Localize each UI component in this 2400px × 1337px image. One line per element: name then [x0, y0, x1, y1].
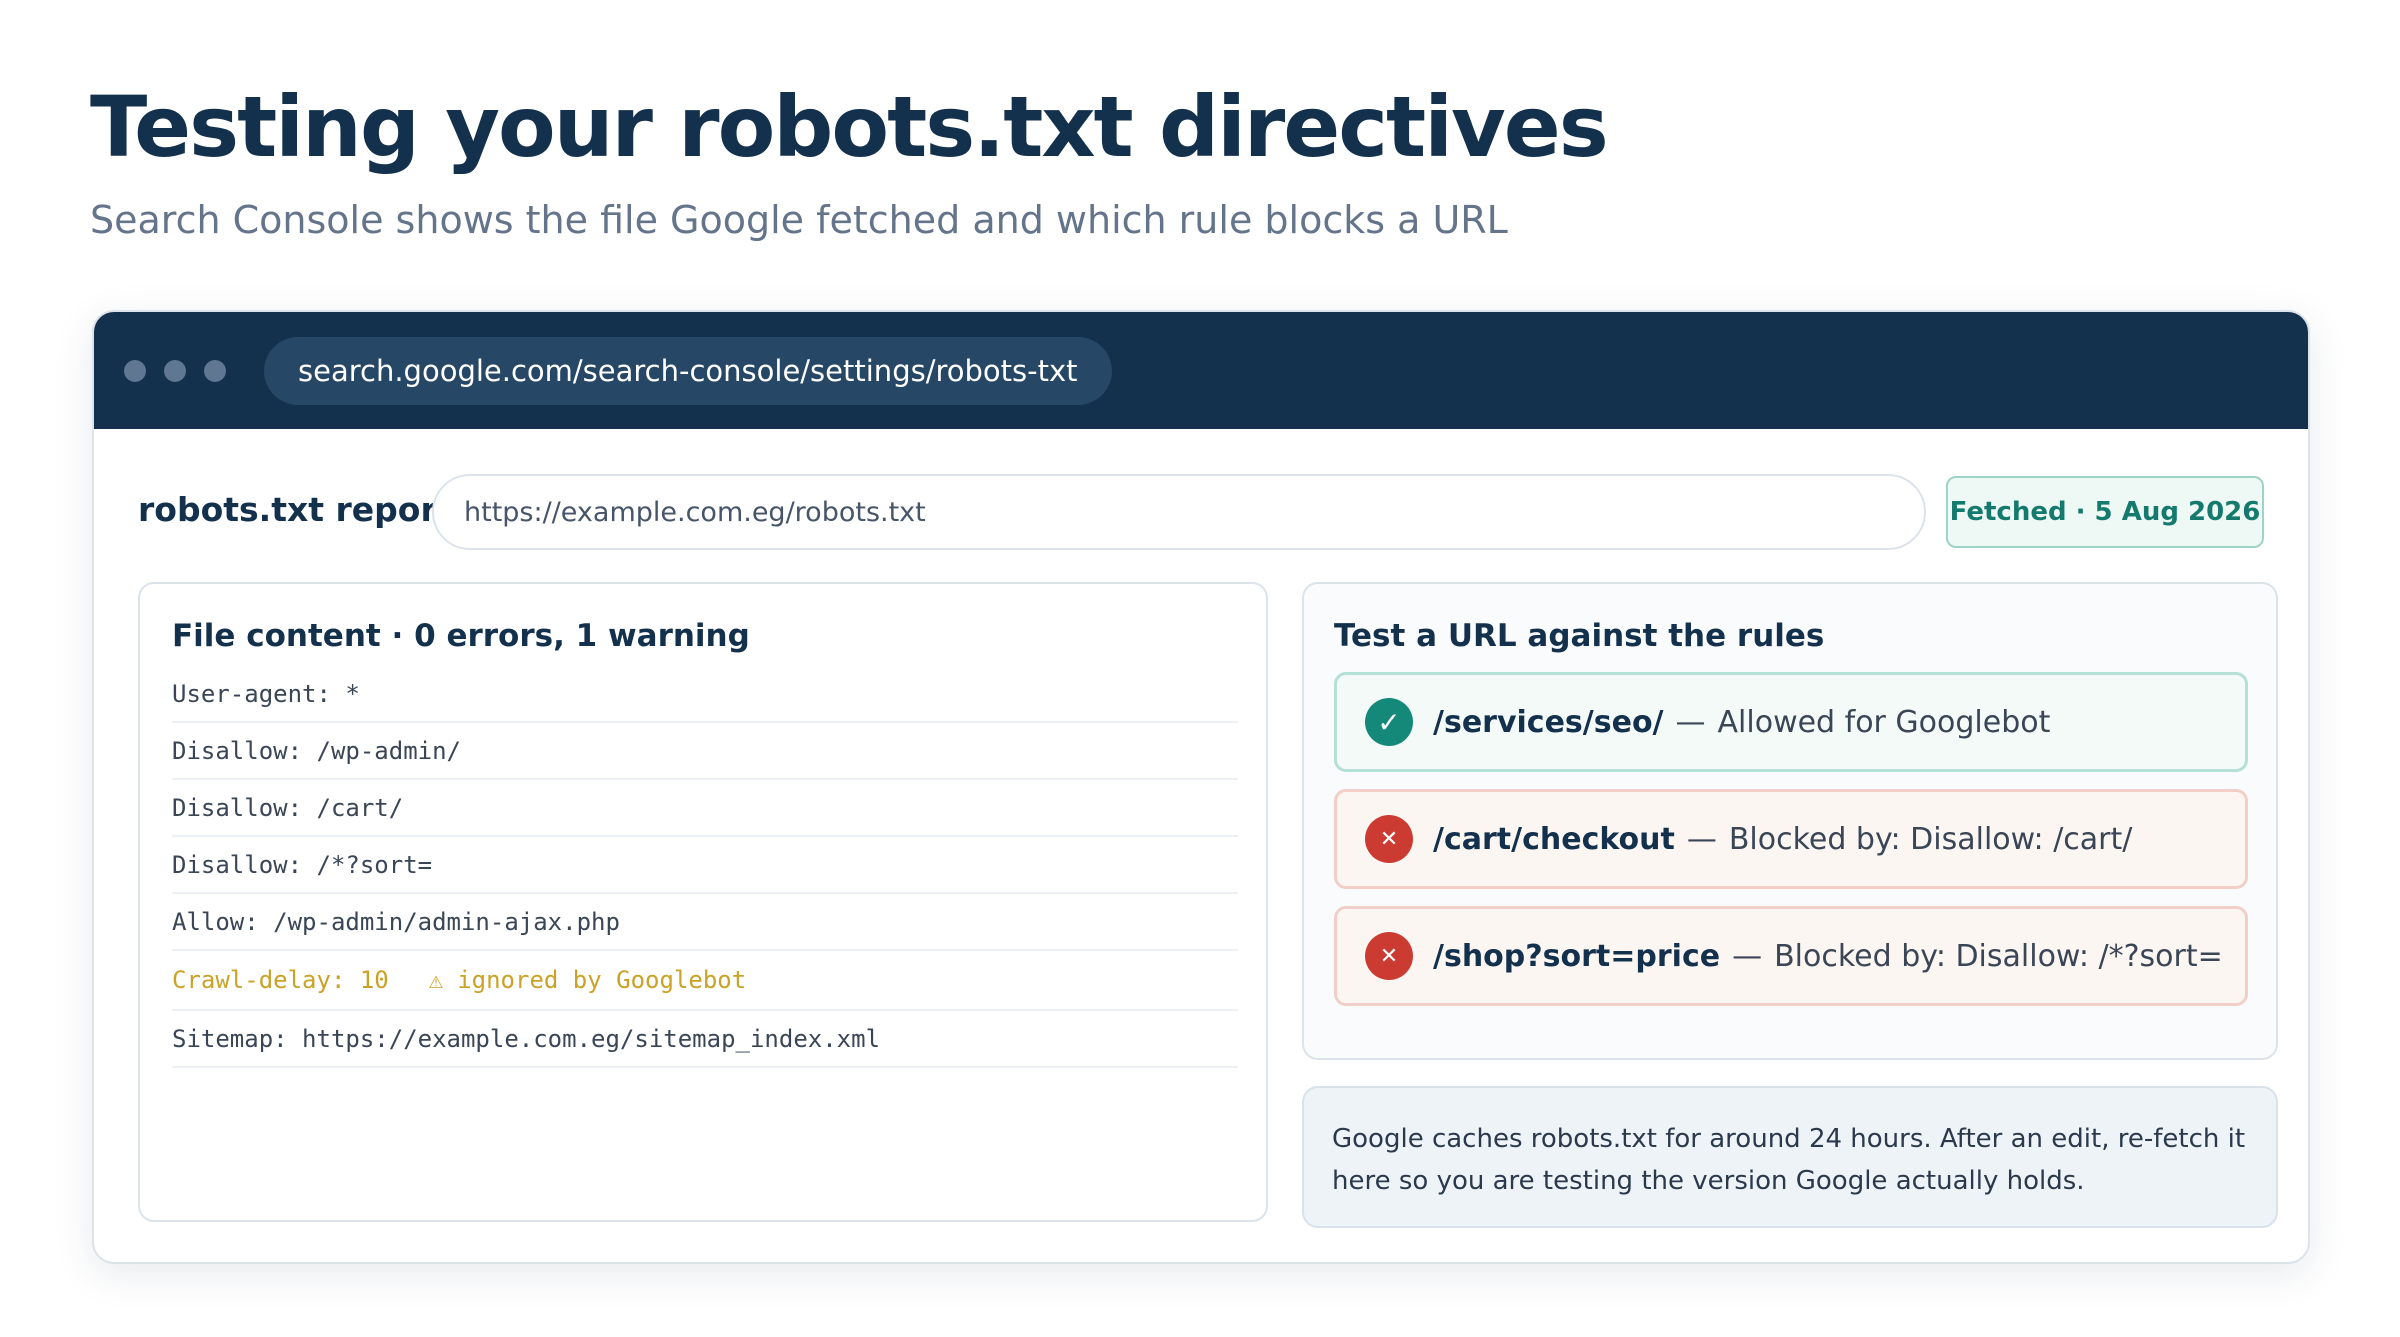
window-dot-minimize[interactable]: [164, 360, 186, 382]
robots-file-lines: User-agent: * Disallow: /wp-admin/ Disal…: [172, 666, 1238, 1068]
file-content-panel: File content · 0 errors, 1 warning User-…: [138, 582, 1268, 1222]
test-url-path: /services/seo/: [1433, 704, 1664, 740]
code-line: Disallow: /wp-admin/: [172, 723, 1238, 780]
window-dot-close[interactable]: [124, 360, 146, 382]
warning-note: ⚠ ignored by Googlebot: [429, 966, 746, 994]
test-url-path: /cart/checkout: [1433, 821, 1675, 857]
file-content-heading: File content · 0 errors, 1 warning: [172, 618, 750, 654]
close-icon: ✕: [1365, 815, 1413, 863]
test-result-blocked[interactable]: ✕ /shop?sort=price — Blocked by: Disallo…: [1334, 906, 2248, 1006]
address-bar[interactable]: search.google.com/search-console/setting…: [264, 337, 1112, 405]
fetched-status-badge: Fetched · 5 Aug 2026: [1946, 476, 2264, 548]
code-line: Sitemap: https://example.com.eg/sitemap_…: [172, 1011, 1238, 1068]
browser-window: search.google.com/search-console/setting…: [92, 310, 2310, 1264]
page-title: Testing your robots.txt directives: [90, 78, 1609, 176]
result-separator: —: [1686, 821, 1717, 857]
test-url-path: /shop?sort=price: [1433, 938, 1721, 974]
warning-triangle-icon: ⚠: [428, 966, 444, 994]
warning-note-text: ignored by Googlebot: [457, 966, 747, 994]
code-line-text: Crawl-delay: 10: [172, 966, 389, 994]
cache-note: Google caches robots.txt for around 24 h…: [1302, 1086, 2278, 1228]
window-dot-maximize[interactable]: [204, 360, 226, 382]
robots-url-input[interactable]: https://example.com.eg/robots.txt: [432, 474, 1926, 550]
code-line: Disallow: /cart/: [172, 780, 1238, 837]
check-icon: ✓: [1365, 698, 1413, 746]
code-line: User-agent: *: [172, 666, 1238, 723]
test-result-allowed[interactable]: ✓ /services/seo/ — Allowed for Googlebot: [1334, 672, 2248, 772]
report-label: robots.txt report: [138, 490, 453, 529]
result-separator: —: [1732, 938, 1763, 974]
code-line: Allow: /wp-admin/admin-ajax.php: [172, 894, 1238, 951]
code-line: Disallow: /*?sort=: [172, 837, 1238, 894]
browser-toolbar: search.google.com/search-console/setting…: [94, 312, 2308, 429]
test-result-text: Blocked by: Disallow: /cart/: [1728, 821, 2133, 857]
url-test-panel: Test a URL against the rules ✓ /services…: [1302, 582, 2278, 1060]
url-test-heading: Test a URL against the rules: [1334, 618, 1825, 654]
close-icon: ✕: [1365, 932, 1413, 980]
test-result-blocked[interactable]: ✕ /cart/checkout — Blocked by: Disallow:…: [1334, 789, 2248, 889]
result-separator: —: [1675, 704, 1706, 740]
test-result-text: Allowed for Googlebot: [1717, 704, 2051, 740]
test-result-text: Blocked by: Disallow: /*?sort=: [1774, 938, 2223, 974]
page-subtitle: Search Console shows the file Google fet…: [90, 198, 1508, 242]
code-line-warning: Crawl-delay: 10 ⚠ ignored by Googlebot: [172, 951, 1238, 1011]
